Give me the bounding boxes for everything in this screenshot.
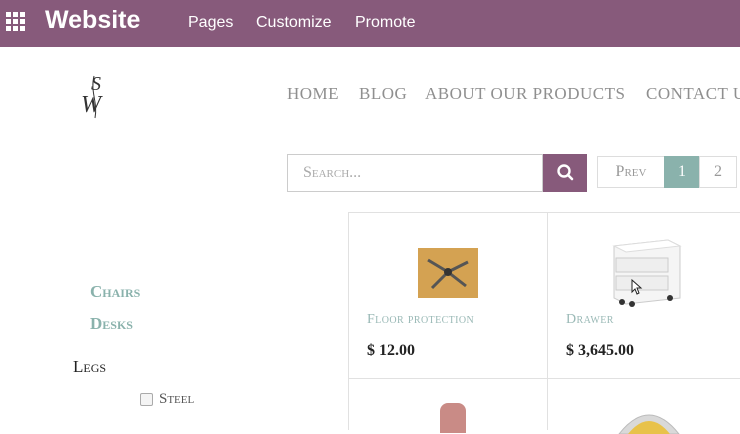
nav-about-products[interactable]: ABOUT OUR PRODUCTS (425, 84, 625, 104)
floor-protection-image[interactable] (418, 248, 478, 298)
attribute-legs-heading: Legs (73, 357, 107, 376)
grid-line-left (348, 212, 349, 430)
app-title[interactable]: Website (45, 6, 140, 35)
product-name-floor-protection[interactable]: Floor protection (367, 312, 474, 328)
svg-text:W: W (81, 92, 103, 118)
steel-checkbox[interactable] (140, 393, 153, 406)
search-input[interactable]: Search... (287, 154, 543, 192)
drawer-image[interactable] (610, 236, 682, 308)
menu-promote[interactable]: Promote (355, 14, 415, 32)
search-button[interactable] (543, 154, 587, 192)
search-placeholder: Search... (303, 164, 362, 181)
grid-line-center (547, 212, 548, 430)
pager-page-1[interactable]: 1 (664, 156, 700, 188)
nav-contact[interactable]: CONTACT U (646, 84, 740, 104)
steel-label[interactable]: Steel (159, 391, 194, 408)
pager-page-2[interactable]: 2 (699, 156, 737, 188)
apps-grid-icon[interactable] (6, 12, 26, 32)
product-name-drawer[interactable]: Drawer (566, 312, 614, 328)
nav-home[interactable]: HOME (287, 84, 339, 104)
category-chairs[interactable]: Chairs (90, 282, 140, 302)
chair-image-partial[interactable] (440, 403, 466, 433)
menu-customize[interactable]: Customize (256, 14, 332, 32)
grid-line-top (348, 212, 740, 213)
sw-monogram-logo[interactable]: S W (78, 72, 120, 120)
menu-pages[interactable]: Pages (188, 14, 233, 32)
product-price-floor-protection: $ 12.00 (367, 342, 415, 359)
nav-blog[interactable]: BLOG (359, 84, 407, 104)
category-desks[interactable]: Desks (90, 314, 133, 334)
top-bar: Website Pages Customize Promote (0, 0, 740, 47)
pager-prev[interactable]: Prev (597, 156, 665, 188)
product-price-drawer: $ 3,645.00 (566, 342, 634, 359)
search-icon (557, 164, 574, 181)
grid-line-middle (348, 378, 740, 379)
